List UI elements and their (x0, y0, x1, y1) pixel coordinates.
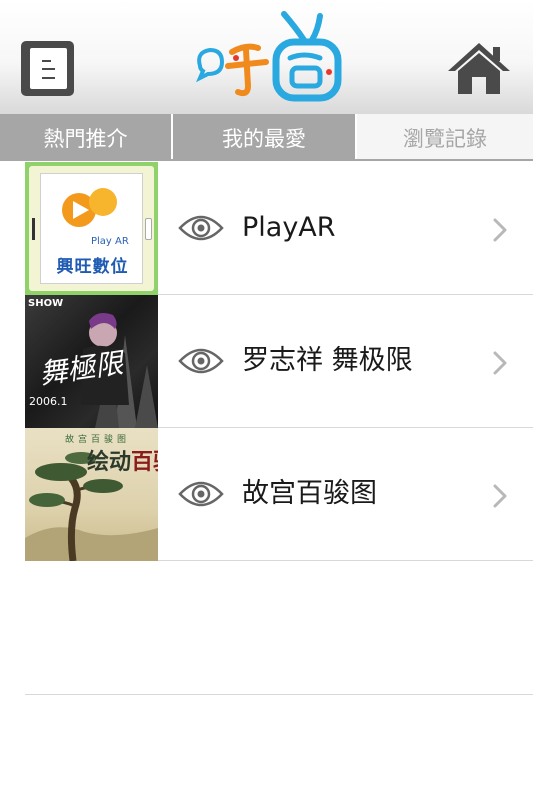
eye-icon (178, 481, 224, 507)
tab-bar: 熱門推介 我的最愛 瀏覽記錄 (0, 114, 533, 161)
chevron-right-icon (493, 218, 507, 242)
brand-logo (196, 11, 342, 102)
poster-show-text: SHOW (28, 298, 64, 309)
empty-list-row (25, 562, 533, 695)
thumbnail-playar: Play AR 興旺數位 (25, 162, 158, 295)
notebook-line (42, 60, 51, 62)
list-item[interactable]: SHOW 舞極限 2006.1 罗志祥 舞极限 (25, 295, 533, 428)
poster-date: 2006.1 (29, 395, 68, 408)
frame-marker (145, 218, 152, 240)
tab-history[interactable]: 瀏覽記錄 (357, 114, 533, 161)
playar-logo-card: Play AR 興旺數位 (40, 173, 143, 284)
eye-icon (178, 348, 224, 374)
item-title: PlayAR (242, 212, 336, 243)
app-header (0, 0, 533, 114)
tab-favorites[interactable]: 我的最愛 (173, 114, 357, 161)
thumbnail-concert: SHOW 舞極限 2006.1 (25, 295, 158, 428)
list-item[interactable]: 故宫百骏图 绘动百骏 故宫百骏图 (25, 428, 533, 561)
home-button[interactable] (446, 41, 512, 95)
chevron-right-icon (493, 351, 507, 375)
notebook-spine (26, 48, 29, 89)
thumb-brand-name: 興旺數位 (56, 257, 129, 277)
notebook-line (42, 77, 55, 79)
item-title: 故宫百骏图 (242, 478, 377, 509)
painting-title-a: 绘动 (87, 449, 132, 475)
frame-marker (32, 218, 35, 240)
thumbnail-frame: Play AR 興旺數位 (29, 166, 154, 291)
thumb-subtitle: Play AR (91, 236, 129, 247)
notebook-line (42, 68, 55, 70)
painting-title: 绘动百骏 (87, 444, 158, 476)
chevron-right-icon (493, 484, 507, 508)
tab-underline (0, 159, 533, 161)
eye-icon (178, 215, 224, 241)
notebook-menu-button[interactable] (21, 41, 74, 96)
tab-hot[interactable]: 熱門推介 (0, 114, 173, 161)
list-item[interactable]: Play AR 興旺數位 PlayAR (25, 162, 533, 295)
history-list: Play AR 興旺數位 PlayAR SHOW 舞極限 2006.1 罗志祥 … (25, 162, 533, 561)
home-icon (448, 43, 510, 94)
playar-logo (62, 188, 117, 227)
painting-title-b: 百骏 (131, 449, 158, 475)
item-title: 罗志祥 舞极限 (242, 345, 413, 376)
thumbnail-painting: 故宫百骏图 绘动百骏 (25, 428, 158, 561)
